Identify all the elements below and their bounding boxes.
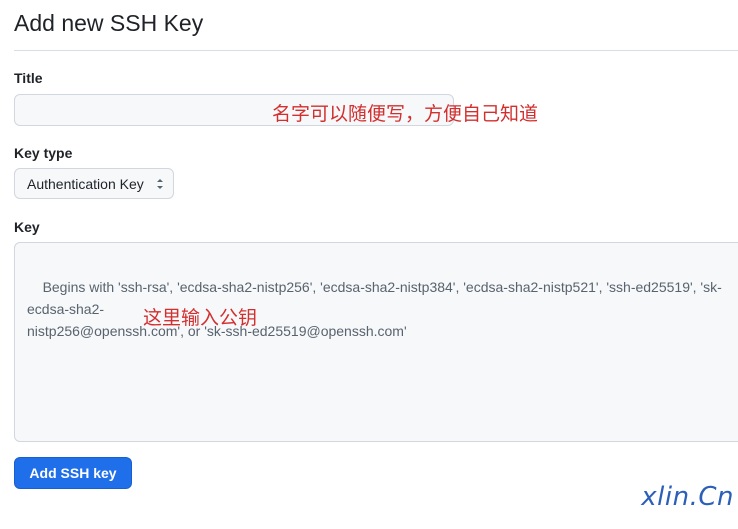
page-title: Add new SSH Key <box>14 10 204 36</box>
key-placeholder: Begins with 'ssh-rsa', 'ecdsa-sha2-nistp… <box>27 279 722 339</box>
add-ssh-key-page: Add new SSH Key Title 名字可以随便写，方便自己知道 Key… <box>0 0 738 529</box>
title-annotation: 名字可以随便写，方便自己知道 <box>272 103 539 125</box>
title-label: Title <box>14 70 43 86</box>
key-textarea[interactable]: Begins with 'ssh-rsa', 'ecdsa-sha2-nistp… <box>14 242 738 442</box>
select-caret-icon <box>157 179 163 189</box>
add-ssh-key-button[interactable]: Add SSH key <box>14 457 132 489</box>
key-type-select[interactable]: Authentication Key <box>14 168 174 199</box>
key-type-selected-value: Authentication Key <box>27 175 144 192</box>
title-divider <box>14 50 738 51</box>
key-type-label: Key type <box>14 145 73 161</box>
key-annotation: 这里输入公钥 <box>143 307 258 329</box>
watermark: xlin.Cn <box>641 482 734 512</box>
key-label: Key <box>14 219 40 235</box>
